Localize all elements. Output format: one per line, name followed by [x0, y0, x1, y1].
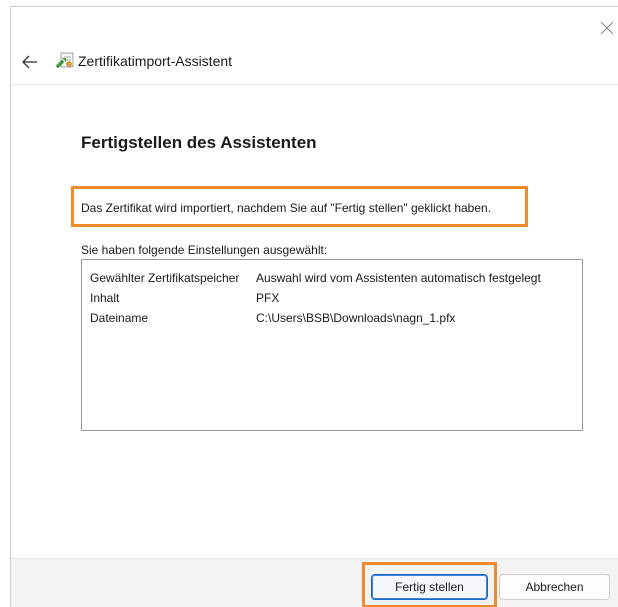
close-icon [600, 21, 614, 35]
certificate-icon [55, 52, 75, 70]
wizard-window: Zertifikatimport-Assistent Fertigstellen… [10, 6, 618, 607]
settings-label: Sie haben folgende Einstellungen ausgewä… [81, 243, 328, 257]
settings-key: Dateiname [90, 311, 149, 325]
settings-value: Auswahl wird vom Assistenten automatisch… [256, 271, 541, 285]
finish-button[interactable]: Fertig stellen [371, 574, 488, 600]
settings-key: Gewählter Zertifikatspeicher [90, 271, 240, 285]
back-button[interactable] [19, 51, 41, 73]
settings-value: C:\Users\BSB\Downloads\nagn_1.pfx [256, 311, 456, 325]
close-button[interactable] [594, 15, 618, 41]
page-title: Fertigstellen des Assistenten [81, 133, 317, 152]
back-arrow-icon [22, 55, 37, 69]
header-divider [11, 84, 618, 85]
cancel-button[interactable]: Abbrechen [499, 574, 610, 600]
settings-value: PFX [256, 291, 280, 305]
settings-key: Inhalt [90, 291, 120, 305]
info-text: Das Zertifikat wird importiert, nachdem … [81, 201, 492, 215]
wizard-title: Zertifikatimport-Assistent [78, 53, 233, 69]
settings-summary-box[interactable]: Gewählter Zertifikatspeicher Auswahl wir… [81, 259, 583, 431]
